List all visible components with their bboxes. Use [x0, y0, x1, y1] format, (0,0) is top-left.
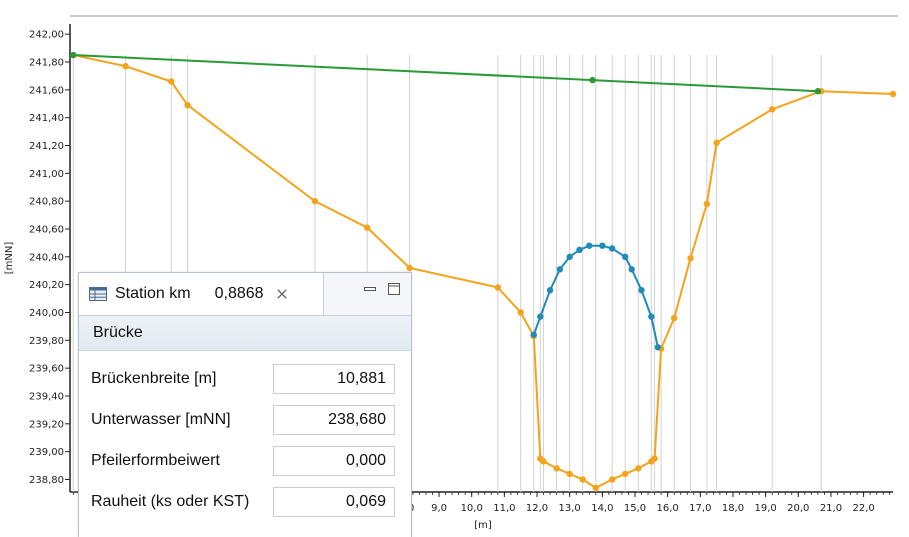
station-tab[interactable]: Station km 0,8868 [79, 273, 324, 315]
field-label: Rauheit (ks oder KST) [91, 493, 250, 510]
data-point [670, 314, 678, 322]
table-icon [89, 287, 107, 301]
data-point [546, 287, 554, 294]
x-tick-label: 9,0 [431, 503, 447, 514]
data-point [635, 465, 642, 472]
y-tick-label: 239,60 [29, 364, 64, 375]
field-label: Unterwasser [mNN] [91, 411, 231, 428]
section-header[interactable]: Brücke [79, 316, 411, 351]
y-tick-label: 239,00 [29, 447, 64, 458]
field-label: Brückenbreite [m] [91, 370, 217, 387]
x-tick-label: 22,0 [852, 503, 874, 514]
data-point [406, 264, 413, 272]
data-point [184, 101, 191, 109]
panel-tab-bar: Station km 0,8868 [79, 273, 411, 316]
data-point [517, 309, 524, 316]
y-tick-label: 241,00 [29, 169, 64, 180]
tab-title: Station km [115, 285, 191, 302]
data-point [651, 455, 658, 462]
data-point [687, 255, 694, 262]
y-tick-label: 239,20 [29, 419, 64, 430]
x-tick-label: 15,0 [624, 503, 646, 514]
y-tick-label: 240,80 [29, 197, 64, 208]
y-tick-label: 238,80 [29, 475, 64, 486]
field-row-brueckenbreite: Brückenbreite [m] [79, 363, 411, 397]
data-point [814, 88, 822, 95]
data-point [576, 246, 583, 254]
y-tick-label: 241,80 [29, 58, 64, 69]
data-point [122, 62, 129, 70]
data-point [599, 242, 606, 249]
data-point [889, 90, 897, 98]
y-tick-label: 239,80 [29, 336, 64, 347]
y-tick-label: 240,00 [29, 308, 64, 319]
x-tick-label: 13,0 [559, 503, 581, 514]
data-point [638, 287, 645, 294]
data-point [703, 200, 711, 208]
maximize-icon[interactable] [387, 282, 401, 296]
data-point [621, 253, 629, 261]
y-tick-label: 240,60 [29, 224, 64, 235]
x-tick-label: 21,0 [820, 503, 842, 514]
data-point [566, 470, 573, 478]
data-point [556, 266, 564, 273]
data-point [768, 106, 776, 113]
y-tick-label: 239,40 [29, 391, 64, 402]
unterwasser-input[interactable] [273, 405, 395, 435]
data-point [311, 197, 319, 205]
data-point [537, 313, 544, 320]
field-label: Pfeilerformbeiwert [91, 452, 220, 469]
brueckenbreite-input[interactable] [273, 364, 395, 394]
data-point [566, 253, 573, 261]
data-point [608, 245, 616, 252]
data-point [654, 344, 662, 351]
y-tick-label: 240,40 [29, 252, 64, 263]
data-point [168, 78, 175, 85]
minimize-icon[interactable] [363, 282, 377, 296]
x-tick-label: 18,0 [722, 503, 744, 514]
rauheit-input[interactable] [273, 487, 395, 517]
data-point [648, 313, 655, 320]
data-point [363, 224, 371, 231]
y-tick-label: 241,60 [29, 85, 64, 96]
data-point [494, 284, 502, 291]
field-row-pfeilerformbeiwert: Pfeilerformbeiwert [79, 445, 411, 479]
data-point [579, 476, 586, 483]
data-point [530, 331, 537, 338]
data-point [608, 476, 616, 483]
station-value: 0,8868 [214, 285, 264, 302]
x-tick-label: 17,0 [689, 503, 711, 514]
x-tick-label: 19,0 [754, 503, 776, 514]
x-tick-label: 20,0 [787, 503, 809, 514]
close-icon[interactable] [276, 288, 288, 300]
y-tick-label: 241,20 [29, 141, 64, 152]
x-tick-label: 10,0 [461, 503, 483, 514]
data-point [586, 242, 593, 249]
panel-window-controls [363, 282, 401, 296]
y-axis-label: [mNN] [4, 242, 15, 275]
data-point [628, 266, 635, 273]
pfeilerformbeiwert-input[interactable] [273, 446, 395, 476]
data-point [70, 51, 77, 59]
data-point [592, 484, 600, 492]
y-tick-label: 240,20 [29, 280, 64, 291]
data-point [553, 465, 560, 472]
x-tick-label: 16,0 [657, 503, 679, 514]
x-tick-label: 11,0 [493, 503, 515, 514]
data-point [621, 470, 629, 478]
data-point [589, 76, 596, 84]
x-tick-label: 14,0 [591, 503, 613, 514]
station-panel: Station km 0,8868 Brücke Brückenbreite [… [78, 272, 412, 537]
section-title: Brücke [93, 324, 143, 341]
series-line-2 [73, 54, 818, 93]
field-row-unterwasser: Unterwasser [mNN] [79, 404, 411, 438]
data-point [713, 139, 720, 146]
y-tick-label: 241,40 [29, 113, 64, 124]
field-row-rauheit: Rauheit (ks oder KST) [79, 486, 411, 520]
x-tick-label: 12,0 [526, 503, 548, 514]
x-axis-label: [m] [474, 520, 492, 531]
data-point [540, 458, 547, 465]
y-tick-label: 242,00 [29, 30, 64, 41]
